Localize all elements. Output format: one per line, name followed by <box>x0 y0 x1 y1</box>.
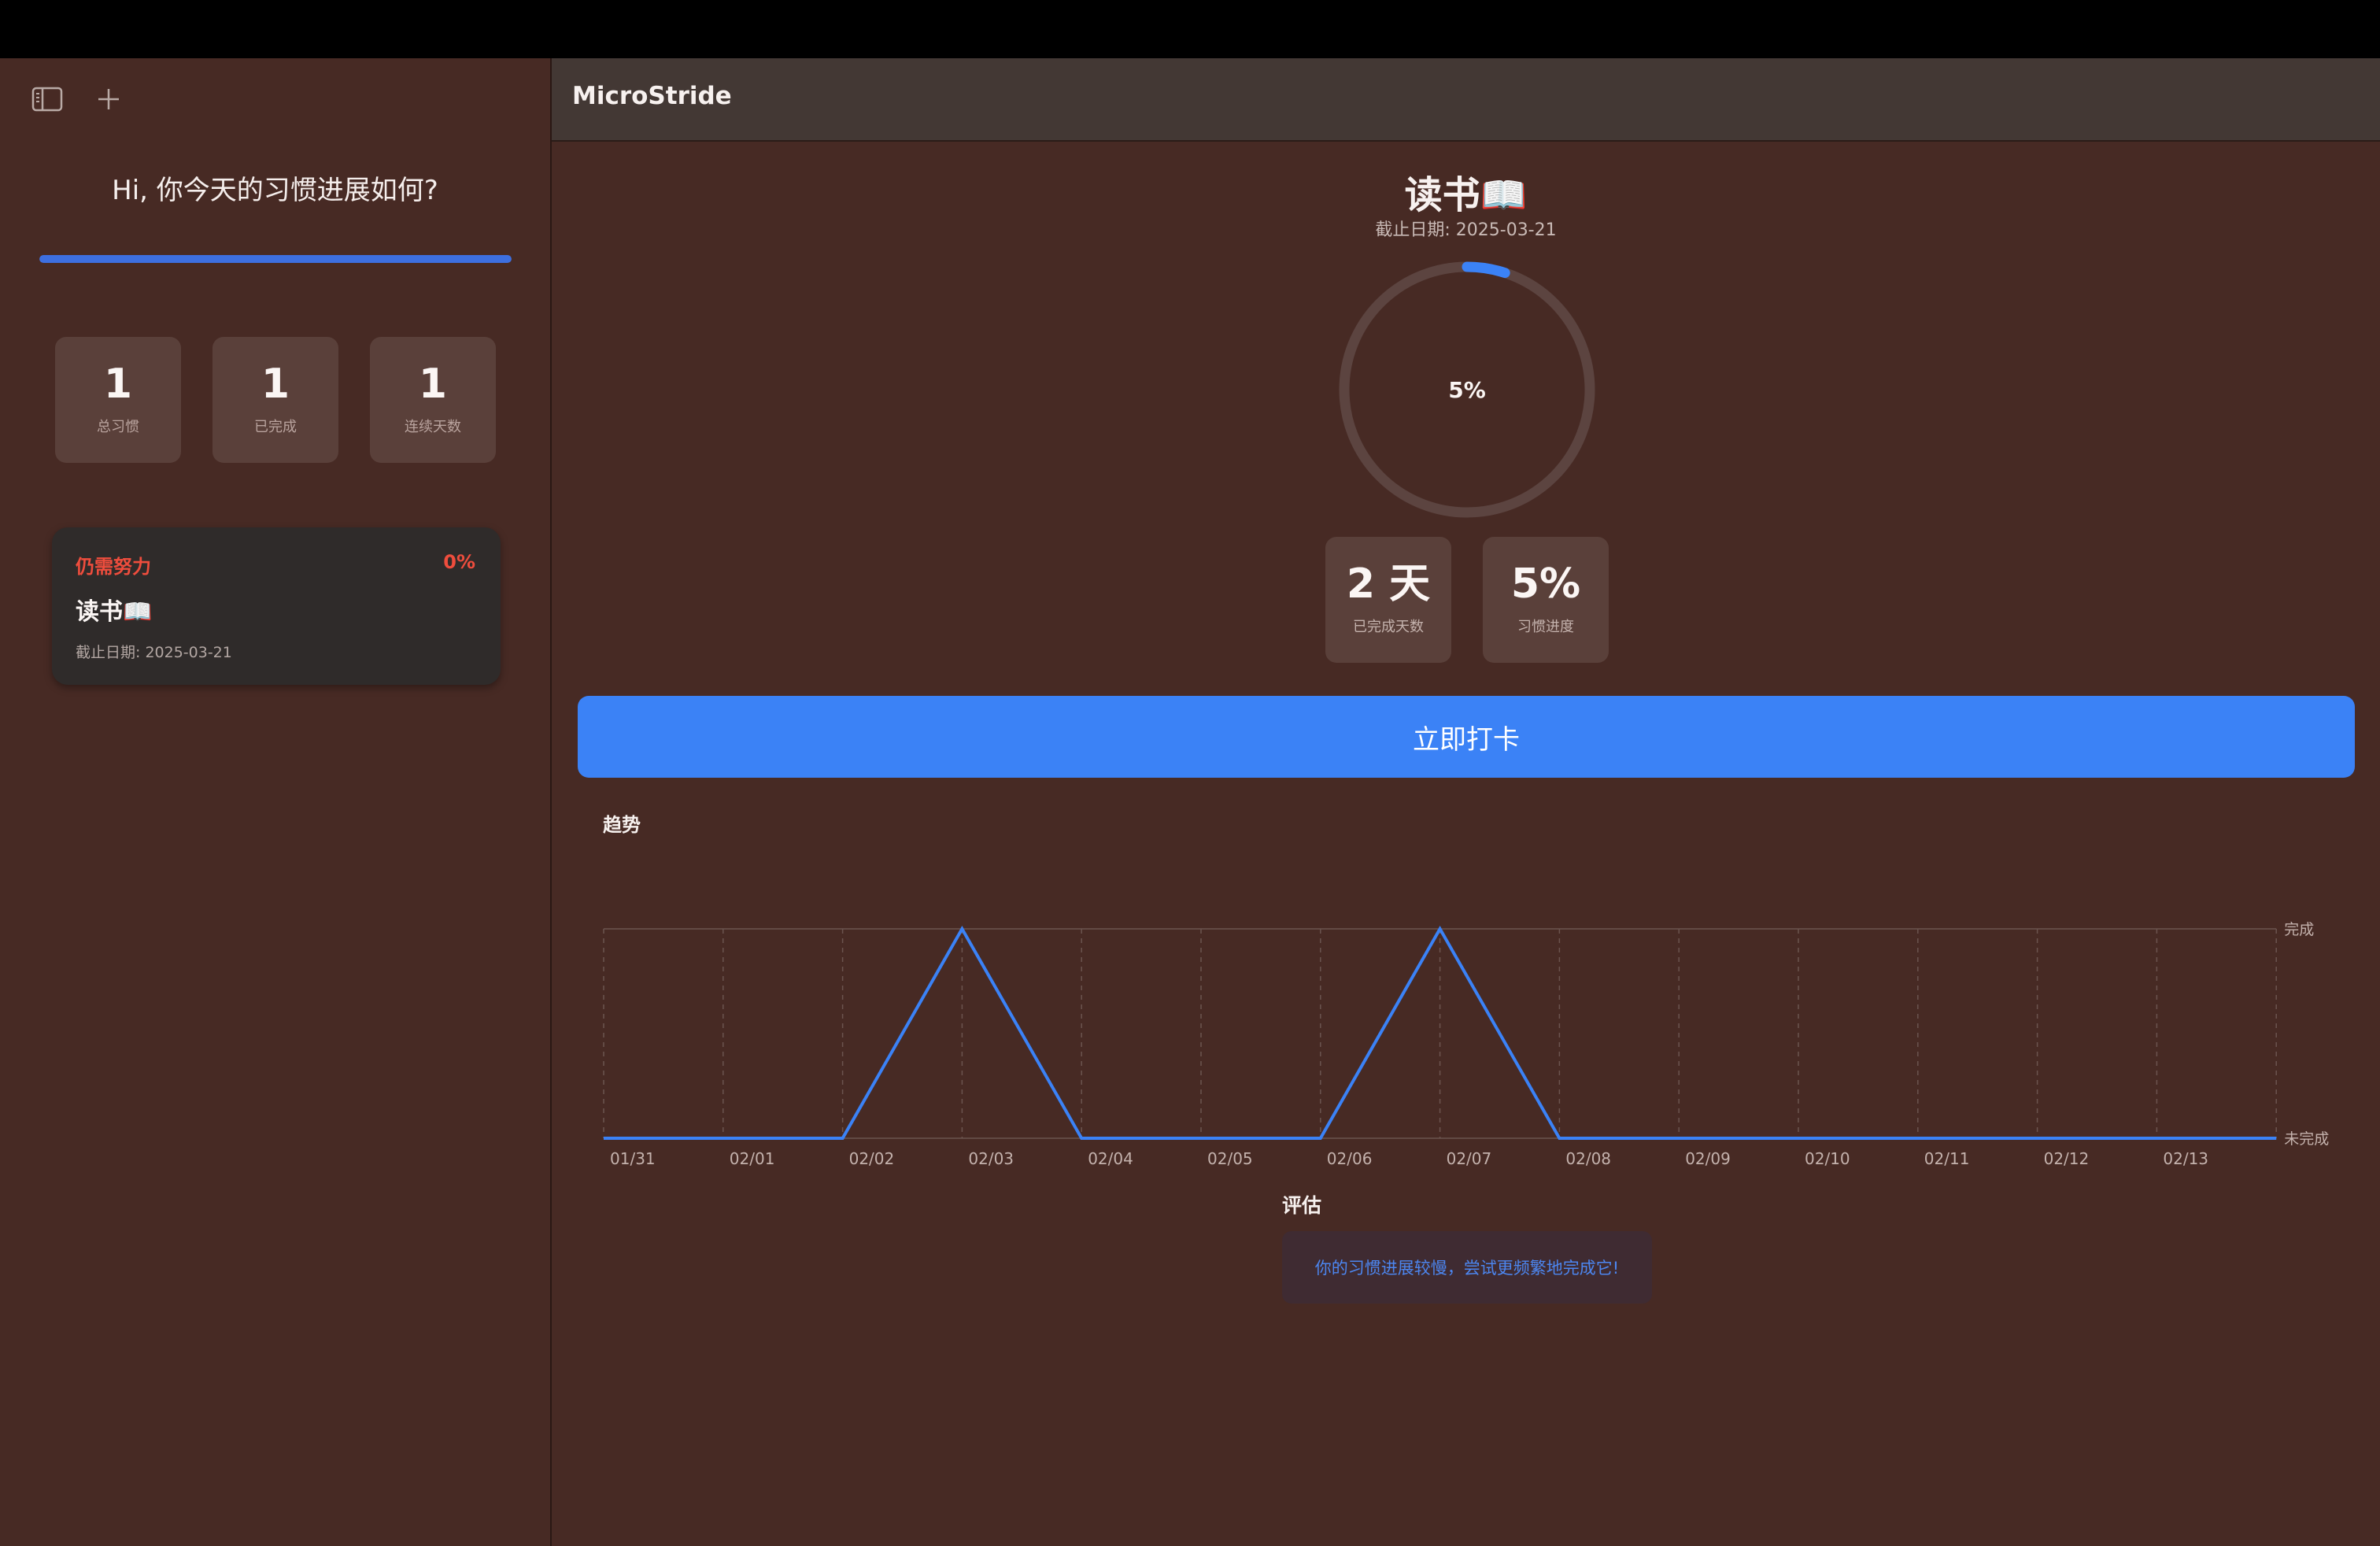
chart-x-tick-label: 01/31 <box>610 1149 656 1168</box>
stat-value: 1 <box>418 361 448 408</box>
greeting-text: Hi, 你今天的习惯进展如何? <box>112 175 438 206</box>
stat-habit-progress: 5% 习惯进度 <box>1483 537 1609 663</box>
check-in-button[interactable]: 立即打卡 <box>578 696 2355 778</box>
evaluation-title: 评估 <box>1282 1194 1322 1217</box>
stat-completed-days: 2 天 已完成天数 <box>1325 537 1451 663</box>
chart-x-tick-label: 02/12 <box>2044 1149 2090 1168</box>
chart-y-tick-label: 未完成 <box>2284 1130 2329 1148</box>
chart-x-tick-label: 02/08 <box>1565 1149 1611 1168</box>
sidebar-toolbar <box>30 82 126 117</box>
stat-streak-days: 1 连续天数 <box>370 337 496 463</box>
habit-status: 仍需努力 <box>76 556 151 578</box>
sidebar-toggle-icon <box>31 87 63 112</box>
habit-card[interactable]: 仍需努力 0% 读书📖 截止日期: 2025-03-21 <box>52 527 501 685</box>
stat-value: 1 <box>261 361 290 408</box>
stat-label: 已完成天数 <box>1353 619 1424 635</box>
trend-title: 趋势 <box>603 814 641 836</box>
chart-y-tick-label: 完成 <box>2284 921 2314 938</box>
habit-stats: 2 天 已完成天数 5% 习惯进度 <box>1325 537 1609 663</box>
chart-x-tick-label: 02/07 <box>1447 1149 1492 1168</box>
sidebar: Hi, 你今天的习惯进展如何? 1 总习惯 1 已完成 1 连续天数 仍需努力 … <box>0 58 552 1546</box>
chart-x-tick-label: 02/01 <box>730 1149 775 1168</box>
evaluation-box: 你的习惯进展较慢，尝试更频繁地完成它! <box>1282 1231 1652 1304</box>
stat-value: 2 天 <box>1346 560 1431 608</box>
chart-x-tick-label: 02/06 <box>1327 1149 1373 1168</box>
habit-deadline: 截止日期: 2025-03-21 <box>1375 220 1557 240</box>
chart-x-tick-label: 02/02 <box>849 1149 895 1168</box>
stat-label: 连续天数 <box>405 419 461 435</box>
app-title: MicroStride <box>572 82 732 110</box>
detail-pane: MicroStride 读书📖 截止日期: 2025-03-21 5% 2 天 … <box>552 58 2380 1546</box>
stat-label: 习惯进度 <box>1517 619 1574 635</box>
trend-chart: 未完成 完成 01/31 02/01 02/02 02/03 02/04 02/05 02/06… <box>603 921 2329 1168</box>
stat-value: 5% <box>1510 560 1581 608</box>
stat-completed: 1 已完成 <box>213 337 338 463</box>
chart-x-tick-label: 02/10 <box>1805 1149 1850 1168</box>
stat-label: 已完成 <box>254 419 297 435</box>
overall-progress-fill <box>39 255 512 263</box>
progress-ring-percent: 5% <box>1448 376 1486 403</box>
stat-value: 1 <box>103 361 133 408</box>
chart-x-tick-label: 02/13 <box>2163 1149 2208 1168</box>
chart-x-tick-label: 02/03 <box>968 1149 1014 1168</box>
habit-card-deadline: 截止日期: 2025-03-21 <box>76 644 232 661</box>
overall-progress-bar <box>39 255 512 263</box>
habit-title: 读书📖 <box>1404 173 1528 217</box>
stat-label: 总习惯 <box>97 419 139 435</box>
title-bar: MicroStride <box>552 58 2380 142</box>
add-habit-button[interactable] <box>91 82 126 117</box>
summary-stats: 1 总习惯 1 已完成 1 连续天数 <box>55 337 496 463</box>
chart-x-tick-label: 02/04 <box>1088 1149 1133 1168</box>
chart-x-tick-label: 02/11 <box>1924 1149 1970 1168</box>
chart-x-tick-label: 02/09 <box>1685 1149 1731 1168</box>
app-window: Hi, 你今天的习惯进展如何? 1 总习惯 1 已完成 1 连续天数 仍需努力 … <box>0 58 2380 1546</box>
menu-bar <box>0 0 2380 58</box>
plus-icon <box>98 89 119 109</box>
habit-card-title: 读书📖 <box>76 598 153 626</box>
stat-total-habits: 1 总习惯 <box>55 337 181 463</box>
progress-ring: 5% <box>1337 260 1597 520</box>
evaluation-text: 你的习惯进展较慢，尝试更频繁地完成它! <box>1314 1259 1620 1278</box>
chart-x-tick-label: 02/05 <box>1207 1149 1253 1168</box>
habit-percent: 0% <box>443 551 475 573</box>
sidebar-toggle-button[interactable] <box>30 82 65 117</box>
